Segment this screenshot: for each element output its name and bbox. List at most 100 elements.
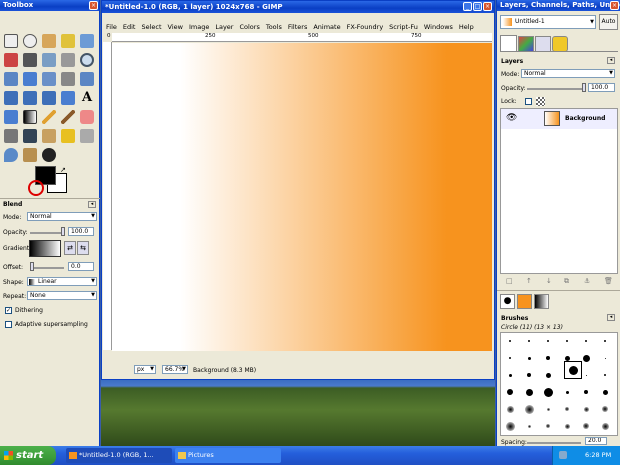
brush-item[interactable] (545, 372, 551, 378)
lock-alpha-icon[interactable] (536, 97, 545, 106)
fuzzy-select-icon[interactable] (61, 34, 75, 48)
eraser-icon[interactable] (80, 110, 94, 124)
default-colors-icon[interactable] (28, 180, 44, 196)
brush-item[interactable] (508, 373, 512, 377)
brush-item[interactable] (604, 357, 606, 359)
align-icon[interactable] (42, 72, 56, 86)
brush-item[interactable] (527, 424, 531, 428)
image-titlebar[interactable]: *Untitled-1.0 (RGB, 1 layer) 1024x768 - … (102, 1, 494, 13)
smudge-icon[interactable] (4, 148, 18, 162)
delete-layer-icon[interactable]: 🗑 (604, 277, 613, 285)
brush-item[interactable] (583, 423, 589, 429)
brush-item[interactable] (602, 389, 608, 395)
pencil-icon[interactable] (42, 110, 56, 124)
shape-select[interactable]: Linear ▼ (27, 277, 97, 286)
dithering-checkbox[interactable]: ✓ (5, 307, 12, 314)
menu-item-filters[interactable]: Filters (288, 23, 307, 31)
tray-icon[interactable] (559, 451, 567, 459)
layer-opacity-handle[interactable] (582, 83, 586, 92)
brush-item[interactable] (506, 405, 514, 413)
brush-item[interactable] (527, 356, 531, 360)
close-icon[interactable]: × (89, 1, 98, 10)
close-icon[interactable]: × (483, 2, 492, 11)
taskbar-item-gimp[interactable]: *Untitled-1.0 (RGB, 1... (66, 448, 172, 463)
brush-item[interactable] (546, 356, 550, 360)
offset-slider[interactable] (30, 267, 64, 269)
close-icon[interactable]: × (610, 1, 619, 10)
brush-item[interactable] (565, 390, 569, 394)
heal-icon[interactable] (61, 129, 75, 143)
menu-item-view[interactable]: View (168, 23, 183, 31)
auto-button[interactable]: Auto (599, 14, 618, 30)
blend-opacity-input[interactable]: 100.0 (68, 227, 94, 236)
zoom-icon[interactable] (80, 53, 94, 67)
brush-item[interactable] (525, 388, 533, 396)
options-menu-icon[interactable]: ◂ (88, 201, 96, 208)
layers-menu-icon[interactable]: ◂ (607, 57, 615, 64)
blend-opacity-handle[interactable] (61, 227, 65, 236)
spacing-slider[interactable] (527, 442, 581, 444)
brush-item[interactable] (583, 406, 589, 412)
repeat-select[interactable]: None ▼ (27, 291, 97, 300)
brush-item[interactable] (547, 340, 549, 342)
menu-item-edit[interactable]: Edit (123, 23, 136, 31)
perspective-clone-icon[interactable] (80, 129, 94, 143)
tab-undo-icon[interactable] (552, 36, 568, 52)
free-select-icon[interactable] (42, 34, 56, 48)
menu-item-script-fu[interactable]: Script-Fu (389, 23, 418, 31)
paths-icon[interactable] (42, 53, 56, 67)
tab-paths-icon[interactable] (535, 36, 551, 52)
blend-mode-select[interactable]: Normal ▼ (27, 212, 97, 221)
bucket-fill-icon[interactable] (4, 110, 18, 124)
raise-layer-icon[interactable]: ↑ (526, 277, 532, 285)
flip-icon[interactable] (61, 91, 75, 105)
brush-item[interactable] (543, 387, 553, 397)
menu-item-file[interactable]: File (106, 23, 117, 31)
airbrush-icon[interactable] (4, 129, 18, 143)
brush-item[interactable] (546, 407, 550, 411)
brushes-menu-icon[interactable]: ◂ (607, 314, 615, 321)
start-button[interactable]: start (0, 446, 56, 465)
unit-select[interactable]: px ▼ (134, 365, 156, 374)
brush-item[interactable] (509, 357, 511, 359)
shear-icon[interactable] (23, 91, 37, 105)
foreground-select-icon[interactable] (23, 53, 37, 67)
measure-icon[interactable] (4, 72, 18, 86)
blend-opacity-slider[interactable] (30, 232, 62, 234)
color-picker-icon[interactable] (61, 53, 75, 67)
dodge-burn-icon[interactable] (23, 148, 37, 162)
menu-item-layer[interactable]: Layer (215, 23, 233, 31)
crop-icon[interactable] (61, 72, 75, 86)
tab-patterns-icon[interactable] (517, 294, 532, 309)
tab-layers-icon[interactable] (500, 35, 517, 52)
adaptive-supersampling-checkbox[interactable] (5, 321, 12, 328)
color-select-icon[interactable] (80, 34, 94, 48)
brush-item[interactable] (604, 340, 606, 342)
brush-item[interactable] (602, 406, 608, 412)
blend-icon[interactable] (23, 110, 37, 124)
taskbar-item-pictures[interactable]: Pictures (175, 448, 281, 463)
image-select[interactable]: Untitled-1 ▼ (500, 15, 596, 29)
rotate-icon[interactable] (80, 72, 94, 86)
anchor-layer-icon[interactable]: ⚓ (584, 277, 590, 285)
zoom-select[interactable]: 66.7% ▼ (162, 365, 188, 374)
tab-channels-icon[interactable] (518, 36, 534, 52)
offset-handle[interactable] (30, 262, 34, 271)
brush-item[interactable] (527, 373, 531, 377)
brush-item[interactable] (524, 404, 534, 414)
tab-brushes-icon[interactable]: ● (500, 294, 515, 309)
bomb-icon[interactable] (42, 148, 56, 162)
perspective-icon[interactable] (42, 91, 56, 105)
maximize-icon[interactable]: □ (473, 2, 482, 11)
layer-opacity-input[interactable]: 100.0 (588, 83, 615, 92)
selected-brush[interactable] (564, 361, 582, 379)
gradient-edit-button[interactable]: ⇆ (77, 241, 89, 255)
minimize-icon[interactable]: _ (463, 2, 472, 11)
menu-item-tools[interactable]: Tools (266, 23, 282, 31)
brush-item[interactable] (566, 340, 568, 342)
brush-item[interactable] (585, 374, 587, 376)
offset-input[interactable]: 0.0 (68, 262, 94, 271)
brush-item[interactable] (564, 355, 570, 361)
brush-item[interactable] (546, 424, 550, 428)
move-icon[interactable] (23, 72, 37, 86)
